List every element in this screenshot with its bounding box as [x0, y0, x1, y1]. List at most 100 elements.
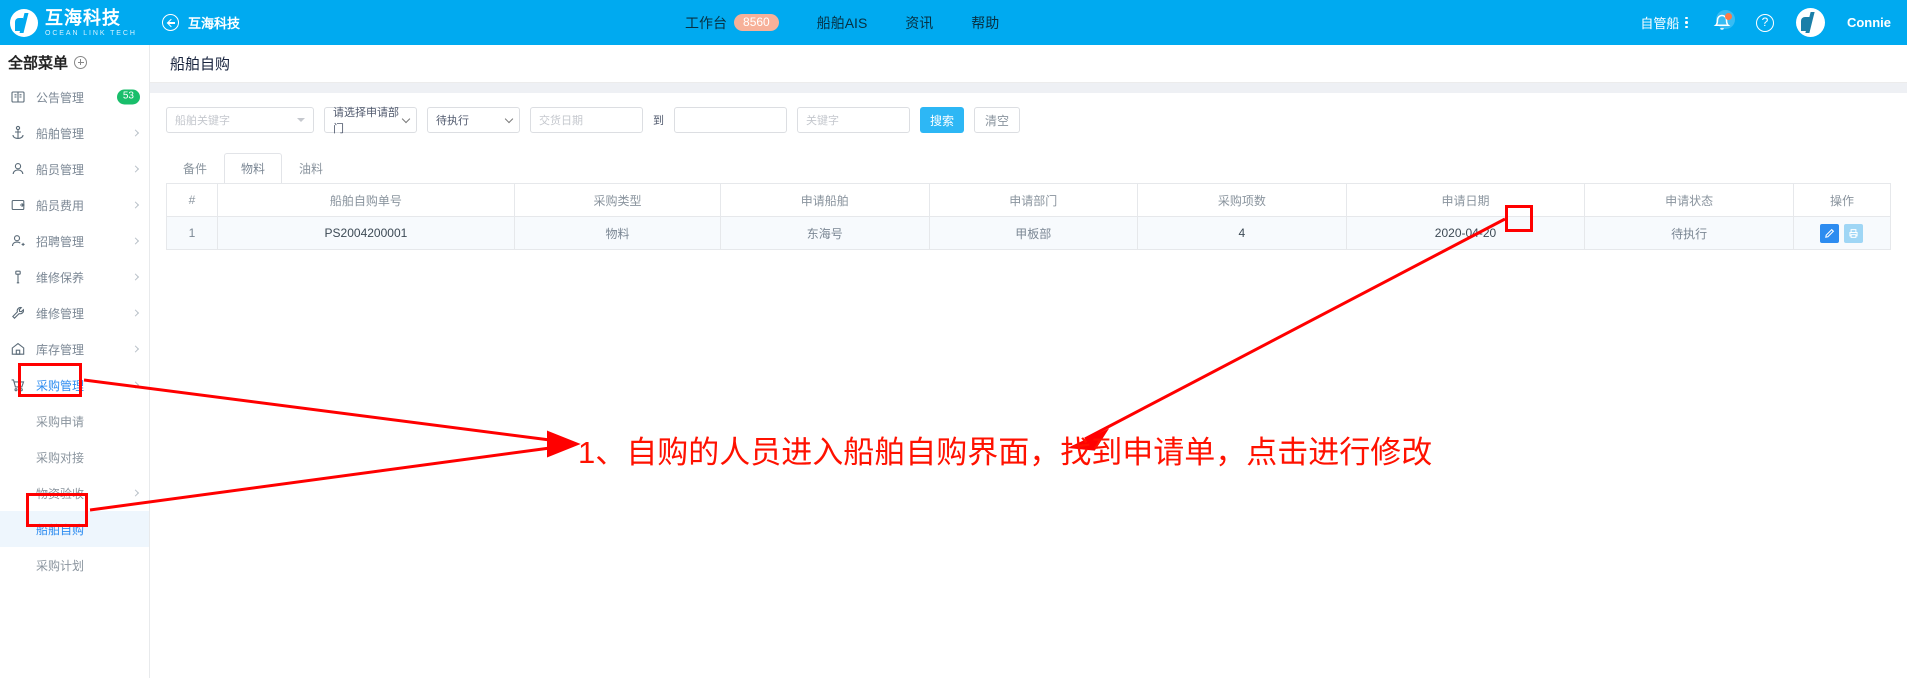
cell-order-no: PS2004200001 [216, 216, 515, 250]
user-name: Connie [1846, 15, 1891, 30]
chevron-down-icon [504, 114, 514, 124]
anchor-icon [10, 125, 26, 141]
sidebar-title: 全部菜单 [8, 54, 69, 72]
cell-vessel: 东海号 [720, 216, 930, 250]
tab-fuel[interactable]: 油料 [282, 153, 340, 183]
wrench-icon [10, 305, 26, 321]
sidebar-item-inventory[interactable]: 库存管理 [0, 331, 149, 367]
purchase-table: # 船舶自购单号 采购类型 申请船舶 申请部门 采购项数 申请日期 申请状态 操… [166, 183, 1892, 250]
notification-dot [1724, 12, 1732, 20]
sidebar-item-purchase[interactable]: 采购管理 [0, 367, 149, 403]
recruit-icon [10, 233, 26, 249]
filter-bar: 船舶关键字 请选择申请部门 待执行 交货日期 到 关键字 搜索 清空 [166, 107, 1891, 135]
table-row[interactable]: 1 PS2004200001 物料 东海号 甲板部 4 2020-04-20 待… [166, 216, 1892, 250]
back-to-home[interactable]: 互海科技 [162, 13, 240, 32]
delivery-date-from-placeholder: 交货日期 [539, 115, 583, 127]
back-arrow-circle-icon[interactable] [162, 14, 179, 31]
sidebar-item-announcement[interactable]: 公告管理 53 [0, 79, 149, 115]
sidebar-title-row: 全部菜单 [0, 45, 149, 79]
clear-button[interactable]: 清空 [974, 107, 1021, 133]
cell-index: 1 [166, 216, 218, 250]
keyword-input[interactable]: 关键字 [797, 107, 910, 133]
page-title-bar: 船舶自购 [150, 45, 1907, 83]
print-icon[interactable] [1844, 223, 1864, 243]
status-select[interactable]: 待执行 [427, 107, 520, 133]
date-range-separator: 到 [653, 115, 664, 127]
topnav-label-ais: 船舶AIS [816, 14, 868, 31]
chevron-down-icon [297, 118, 305, 122]
sidebar-label-goods-acceptance: 物资验收 [36, 486, 85, 501]
search-button[interactable]: 搜索 [920, 107, 965, 133]
vessel-selector-label: 自管船 [1640, 16, 1680, 31]
top-navigation: 工作台 8560 船舶AIS 资讯 帮助 [685, 13, 999, 33]
topnav-label-workbench: 工作台 [685, 14, 728, 31]
announcement-count-badge: 53 [116, 89, 140, 105]
department-value: 请选择申请部门 [333, 107, 399, 135]
sidebar-subitem-goods-acceptance[interactable]: 物资验收 [0, 475, 149, 511]
col-purchase-type: 采购类型 [513, 183, 722, 217]
warehouse-icon [10, 341, 26, 357]
cell-actions [1792, 216, 1892, 250]
cell-purchase-type: 物料 [513, 216, 722, 250]
vessel-keyword-select[interactable]: 船舶关键字 [166, 107, 314, 133]
chevron-right-icon [131, 129, 140, 137]
app-root: 互海科技 OCEAN LINK TECH 互海科技 工作台 8560 船舶AIS… [0, 0, 1907, 678]
plus-circle-icon[interactable] [74, 55, 88, 69]
tab-materials[interactable]: 物料 [224, 153, 283, 183]
col-apply-date: 申请日期 [1345, 183, 1586, 217]
sidebar-item-crew[interactable]: 船员管理 [0, 151, 149, 187]
chevron-right-icon [131, 381, 140, 389]
status-value: 待执行 [436, 115, 469, 127]
sidebar-subitem-purchase-plan[interactable]: 采购计划 [0, 547, 149, 583]
tab-spare-parts[interactable]: 备件 [166, 153, 224, 183]
chevron-right-icon [131, 201, 140, 209]
sidebar-label-maintenance-upkeep: 维修保养 [36, 270, 85, 285]
delivery-date-from-input[interactable]: 交货日期 [530, 107, 643, 133]
sidebar-label-inventory: 库存管理 [36, 342, 85, 357]
vessel-selector[interactable]: 自管船 [1640, 13, 1688, 32]
cart-icon [10, 377, 26, 393]
content-spacer [150, 83, 1907, 93]
topnav-label-help: 帮助 [971, 14, 1000, 31]
brand-name-cn: 互海科技 [45, 7, 121, 28]
sidebar-item-vessel[interactable]: 船舶管理 [0, 115, 149, 151]
sidebar-item-recruitment[interactable]: 招聘管理 [0, 223, 149, 259]
sidebar-subitem-ship-self-purchase[interactable]: 船舶自购 [0, 511, 149, 547]
category-tabs: 备件 物料 油料 [166, 153, 1891, 183]
sidebar-item-crew-expense[interactable]: 船员费用 [0, 187, 149, 223]
question-circle-icon[interactable]: ? [1755, 13, 1774, 32]
avatar[interactable] [1795, 8, 1825, 37]
top-right-actions: 自管船 ? Connie [1640, 8, 1907, 37]
sidebar-subitem-purchase-docking[interactable]: 采购对接 [0, 439, 149, 475]
sidebar-subitem-purchase-request[interactable]: 采购申请 [0, 403, 149, 439]
crew-icon [10, 161, 26, 177]
page-title: 船舶自购 [170, 56, 231, 73]
sidebar: 全部菜单 公告管理 53 船舶管理 船员管理 船员费用 招聘管理 维修保养 维修… [0, 45, 150, 678]
chevron-right-icon [131, 309, 140, 317]
sidebar-item-maintenance-upkeep[interactable]: 维修保养 [0, 259, 149, 295]
brand-logo[interactable]: 互海科技 OCEAN LINK TECH [0, 0, 150, 45]
sidebar-label-purchase-plan: 采购计划 [36, 558, 85, 573]
edit-icon[interactable] [1820, 223, 1840, 243]
chevron-right-icon [131, 273, 140, 281]
more-dots-icon[interactable] [1685, 16, 1688, 29]
vessel-keyword-placeholder: 船舶关键字 [175, 115, 230, 127]
brand-text: 互海科技 OCEAN LINK TECH [45, 9, 137, 37]
col-status: 申请状态 [1584, 183, 1794, 217]
bell-icon[interactable] [1710, 9, 1735, 35]
topnav-item-help[interactable]: 帮助 [971, 13, 999, 33]
col-item-count: 采购项数 [1137, 183, 1347, 217]
topnav-label-news: 资讯 [905, 14, 934, 31]
keyword-placeholder: 关键字 [806, 115, 839, 127]
topnav-item-workbench[interactable]: 工作台 8560 [685, 13, 779, 33]
cell-item-count: 4 [1137, 216, 1347, 250]
topnav-item-news[interactable]: 资讯 [905, 13, 933, 33]
cell-department: 甲板部 [928, 216, 1139, 250]
topnav-item-ais[interactable]: 船舶AIS [817, 13, 868, 33]
sidebar-item-repair[interactable]: 维修管理 [0, 295, 149, 331]
logo-mark-icon [10, 8, 38, 37]
delivery-date-to-input[interactable] [674, 107, 787, 133]
col-order-no: 船舶自购单号 [216, 183, 515, 217]
brand-name-en: OCEAN LINK TECH [45, 29, 137, 37]
department-select[interactable]: 请选择申请部门 [324, 107, 417, 135]
